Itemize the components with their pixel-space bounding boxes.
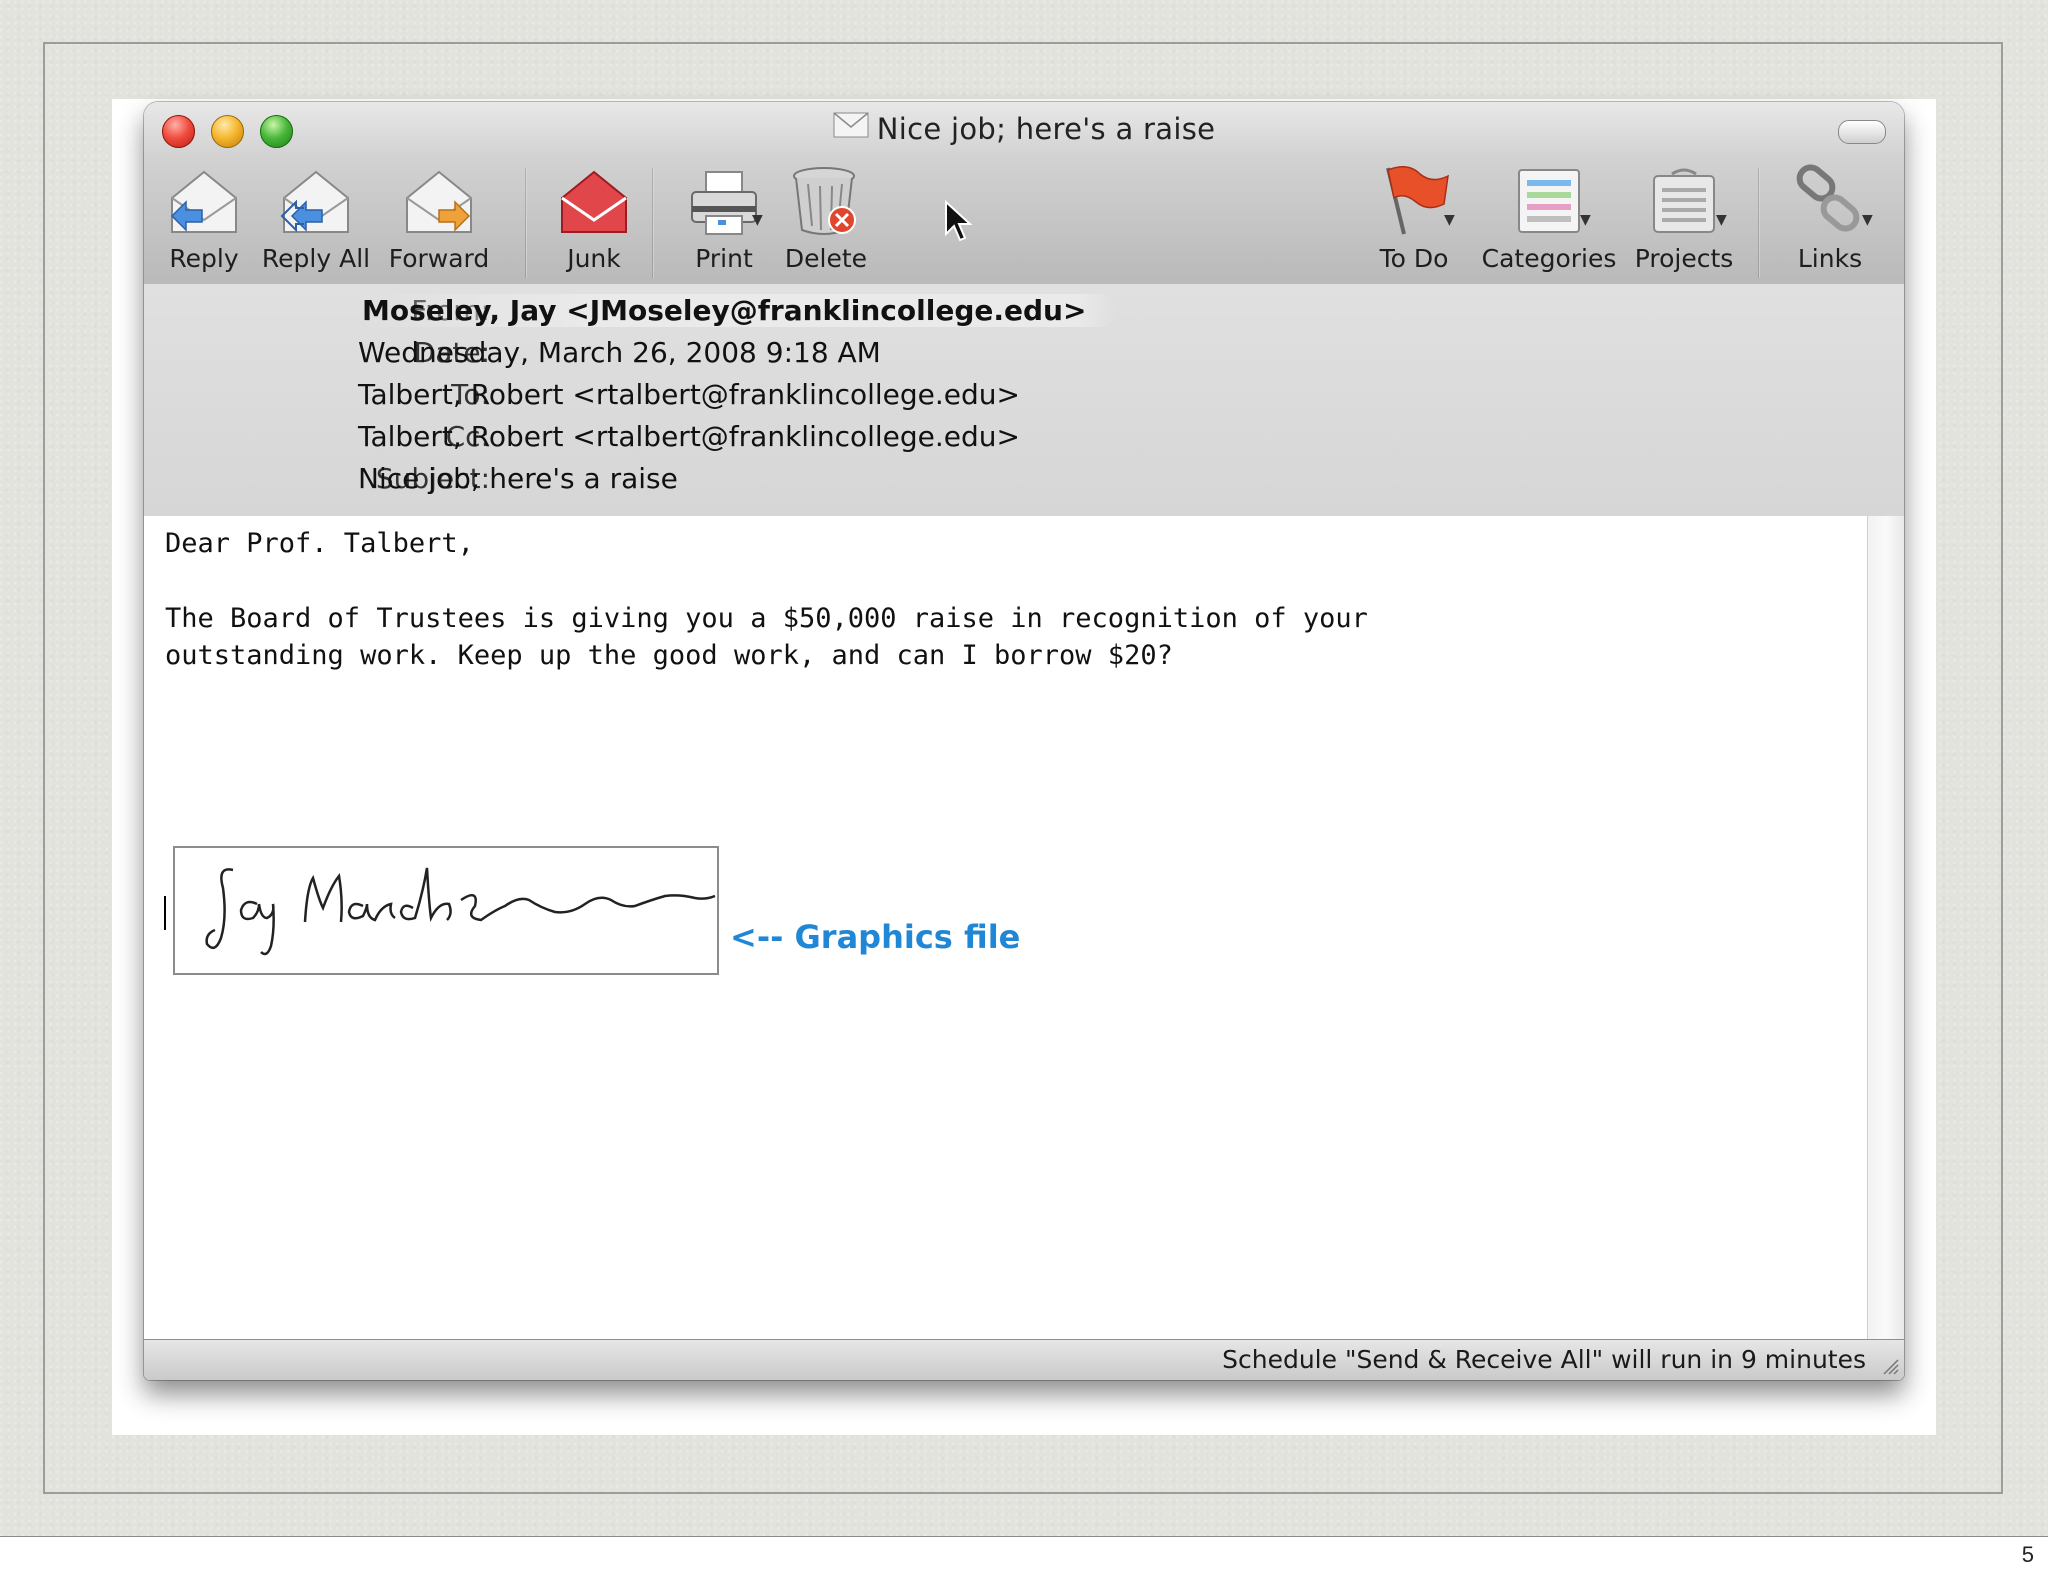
forward-label: Forward xyxy=(388,244,490,273)
categories-dropdown-arrow-icon[interactable]: ▼ xyxy=(1580,212,1591,228)
todo-dropdown-arrow-icon[interactable]: ▼ xyxy=(1444,212,1455,228)
text-caret xyxy=(164,896,166,930)
delete-button[interactable]: Delete xyxy=(776,164,876,273)
slide-number: 5 xyxy=(2021,1542,2034,1567)
signature-image[interactable] xyxy=(173,846,719,975)
reply-all-button[interactable]: Reply All xyxy=(254,164,378,273)
message-body[interactable]: Dear Prof. Talbert, The Board of Trustee… xyxy=(144,516,1868,1340)
chain-link-icon xyxy=(1790,164,1870,240)
forward-button[interactable]: Forward xyxy=(384,164,494,273)
projects-button[interactable]: ▼ Projects xyxy=(1624,164,1744,273)
body-line-1: The Board of Trustees is giving you a $5… xyxy=(165,603,1368,634)
mouse-pointer-icon xyxy=(944,199,974,248)
reply-icon xyxy=(164,164,244,240)
toolbar-separator xyxy=(652,168,654,278)
projects-label: Projects xyxy=(1634,244,1734,273)
date-value: Wednesday, March 26, 2008 9:18 AM xyxy=(358,336,881,369)
categories-label: Categories xyxy=(1481,244,1617,273)
categories-button[interactable]: ▼ Categories xyxy=(1476,164,1622,273)
slide-background: Nice job; here's a raise Reply Reply All… xyxy=(0,0,2048,1537)
resize-grip-icon[interactable] xyxy=(1880,1356,1900,1376)
toolbar-separator xyxy=(1758,168,1760,278)
subject-value: Nice job; here's a raise xyxy=(358,462,678,495)
reply-all-label: Reply All xyxy=(261,244,371,273)
todo-button[interactable]: ▼ To Do xyxy=(1354,164,1474,273)
projects-dropdown-arrow-icon[interactable]: ▼ xyxy=(1716,212,1727,228)
print-label: Print xyxy=(695,244,753,273)
status-text: Schedule "Send & Receive All" will run i… xyxy=(1222,1345,1866,1374)
links-dropdown-arrow-icon[interactable]: ▼ xyxy=(1862,212,1873,228)
reply-all-icon xyxy=(276,164,356,240)
trash-icon xyxy=(786,164,866,240)
window-title-text: Nice job; here's a raise xyxy=(876,112,1216,146)
status-bar: Schedule "Send & Receive All" will run i… xyxy=(144,1339,1904,1380)
to-recipient[interactable]: Talbert, Robert <rtalbert@franklincolleg… xyxy=(358,378,1020,411)
links-label: Links xyxy=(1797,244,1863,273)
cc-recipient[interactable]: Talbert, Robert <rtalbert@franklincolleg… xyxy=(358,420,1020,453)
print-button[interactable]: ▼ Print xyxy=(674,164,774,273)
projects-icon xyxy=(1644,164,1724,240)
mail-message-window: Nice job; here's a raise Reply Reply All… xyxy=(144,102,1904,1380)
window-title: Nice job; here's a raise xyxy=(144,112,1904,146)
handwritten-signature xyxy=(205,867,716,956)
flag-icon xyxy=(1374,164,1454,240)
envelope-icon xyxy=(833,111,869,145)
categories-icon xyxy=(1509,164,1589,240)
print-dropdown-arrow-icon[interactable]: ▼ xyxy=(752,212,763,228)
delete-label: Delete xyxy=(784,244,868,273)
body-line-2: outstanding work. Keep up the good work,… xyxy=(165,640,1173,671)
printer-icon xyxy=(684,164,764,240)
from-sender[interactable]: Moseley, Jay <JMoseley@franklincollege.e… xyxy=(358,294,1117,327)
reply-label: Reply xyxy=(169,244,239,273)
toolbar-separator xyxy=(525,168,527,278)
reply-button[interactable]: Reply xyxy=(154,164,254,273)
title-toolbar: Nice job; here's a raise Reply Reply All… xyxy=(144,102,1904,285)
greeting-line: Dear Prof. Talbert, xyxy=(165,528,474,559)
links-button[interactable]: ▼ Links xyxy=(1770,164,1890,273)
graphics-file-annotation: <-- Graphics file xyxy=(730,918,1021,956)
junk-icon xyxy=(554,164,634,240)
junk-button[interactable]: Junk xyxy=(544,164,644,273)
junk-label: Junk xyxy=(567,244,621,273)
todo-label: To Do xyxy=(1379,244,1449,273)
forward-icon xyxy=(399,164,479,240)
message-headers: From: Moseley, Jay <JMoseley@franklincol… xyxy=(144,284,1904,518)
vertical-scrollbar[interactable] xyxy=(1867,516,1904,1340)
